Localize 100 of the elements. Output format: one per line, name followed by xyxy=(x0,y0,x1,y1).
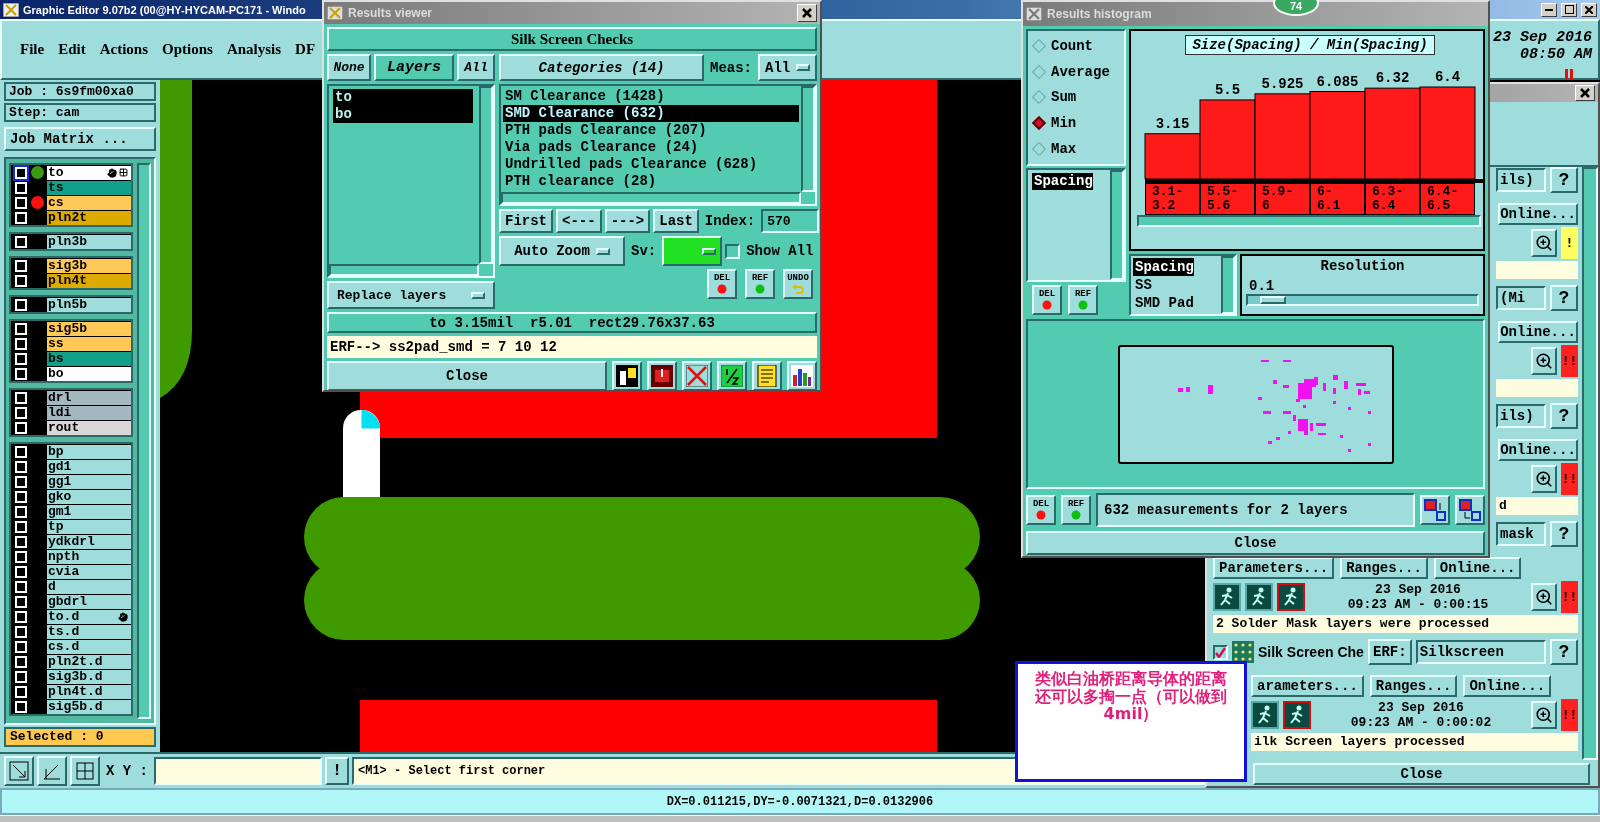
check-button[interactable]: Online... xyxy=(1498,321,1578,343)
stat-option[interactable]: Min xyxy=(1034,115,1118,132)
layer-item[interactable]: ts.d xyxy=(47,624,131,639)
check-checkbox[interactable] xyxy=(1213,644,1228,660)
index-field[interactable]: 570 xyxy=(761,209,820,233)
meas-dropdown[interactable]: All xyxy=(758,54,818,81)
coordinate-field[interactable] xyxy=(154,757,322,785)
check-button[interactable]: arameters... xyxy=(1251,675,1364,697)
layer-item[interactable]: sig5b.d xyxy=(47,699,131,714)
select-all-button[interactable]: All xyxy=(457,54,495,81)
scrollbar[interactable] xyxy=(1582,167,1598,760)
layer-item[interactable]: npth xyxy=(47,549,131,564)
layer-checkbox[interactable] xyxy=(15,406,27,419)
layer-item[interactable]: ldi xyxy=(47,405,131,420)
nav-button[interactable]: First xyxy=(499,209,553,233)
nav-button[interactable]: Last xyxy=(653,209,699,233)
tool-button[interactable] xyxy=(647,361,677,390)
layer-item[interactable]: ydkdrl xyxy=(47,534,131,549)
layer-checkbox[interactable] xyxy=(15,181,27,194)
layer-checkbox[interactable] xyxy=(15,166,27,179)
close-button[interactable]: Close xyxy=(1253,763,1590,785)
swap-view-button[interactable] xyxy=(1455,495,1485,525)
refresh-button[interactable]: REF xyxy=(745,269,775,299)
category-option[interactable]: Undrilled pads Clearance (628) xyxy=(503,156,799,173)
layer-checkbox[interactable] xyxy=(15,505,27,518)
layer-item[interactable]: bp xyxy=(47,444,131,459)
scrollbar[interactable] xyxy=(329,264,479,276)
check-button[interactable]: Online... xyxy=(1498,439,1578,461)
layer-checkbox[interactable] xyxy=(15,580,27,593)
erf-button[interactable]: ERF: xyxy=(1367,639,1412,665)
layer-checkbox[interactable] xyxy=(15,196,27,209)
layer-item[interactable]: cvia xyxy=(47,564,131,579)
nav-button[interactable]: ---> xyxy=(604,209,651,233)
tool-button[interactable] xyxy=(787,361,817,390)
layer-checkbox[interactable] xyxy=(15,625,27,638)
attribute-option[interactable]: SMD Pad xyxy=(1133,294,1194,312)
zoom-button[interactable] xyxy=(1531,701,1557,729)
layer-item[interactable]: ss xyxy=(47,336,131,351)
swap-view-button[interactable] xyxy=(1420,495,1450,525)
layer-checkbox[interactable] xyxy=(15,274,27,287)
help-button[interactable]: ? xyxy=(1550,285,1578,311)
close-button[interactable] xyxy=(1575,85,1595,101)
menu-item[interactable]: Actions xyxy=(99,41,148,58)
angle-button[interactable] xyxy=(37,756,67,786)
layer-item[interactable]: sig3b xyxy=(47,258,131,273)
grid-button[interactable] xyxy=(70,756,100,786)
layer-item[interactable]: pln5b xyxy=(47,297,131,312)
layer-item[interactable]: pln4t xyxy=(47,273,131,288)
close-button[interactable]: Close xyxy=(1026,531,1485,555)
layer-checkbox[interactable] xyxy=(15,610,27,623)
check-button[interactable]: Online... xyxy=(1463,675,1552,697)
layer-checkbox[interactable] xyxy=(15,640,27,653)
layer-checkbox[interactable] xyxy=(15,550,27,563)
layer-item[interactable]: d xyxy=(47,579,131,594)
layer-item[interactable]: gm1 xyxy=(47,504,131,519)
color-dropdown[interactable] xyxy=(662,236,723,266)
layer-item[interactable]: pln3b xyxy=(47,234,131,249)
category-option[interactable]: PTH clearance (28) xyxy=(503,173,799,190)
delete-button[interactable]: DEL xyxy=(1032,285,1062,315)
zoom-button[interactable] xyxy=(1531,347,1557,375)
layer-checkbox[interactable] xyxy=(15,337,27,350)
layer-item[interactable]: to.d xyxy=(47,609,131,624)
layer-item[interactable]: ts xyxy=(47,180,131,195)
layer-item[interactable]: pln2t.d xyxy=(47,654,131,669)
layer-checkbox[interactable] xyxy=(15,211,27,224)
help-button[interactable]: ? xyxy=(1550,167,1578,193)
nav-button[interactable]: <--- xyxy=(556,209,602,233)
tool-button[interactable] xyxy=(612,361,642,390)
layer-item[interactable]: cs.d xyxy=(47,639,131,654)
tool-button[interactable] xyxy=(717,361,747,390)
stat-option[interactable]: Max xyxy=(1034,141,1118,158)
attribute-option[interactable]: Spacing xyxy=(1133,258,1194,276)
attribute-option[interactable]: SS xyxy=(1133,276,1152,294)
layer-checkbox[interactable] xyxy=(15,259,27,272)
help-button[interactable]: ? xyxy=(1550,639,1578,665)
layer-item[interactable]: to xyxy=(47,165,131,180)
scrollbar[interactable] xyxy=(137,163,151,719)
delete-button[interactable]: DEL xyxy=(1026,495,1056,525)
layer-checkbox[interactable] xyxy=(15,235,27,248)
layer-checkbox[interactable] xyxy=(15,670,27,683)
scrollbar[interactable] xyxy=(1110,170,1124,280)
menu-item[interactable]: Options xyxy=(162,41,213,58)
menu-item[interactable]: File xyxy=(20,41,45,58)
refresh-button[interactable]: REF xyxy=(1068,285,1098,315)
check-button[interactable]: Ranges... xyxy=(1340,557,1428,579)
refresh-button[interactable]: REF xyxy=(1061,495,1091,525)
layer-item[interactable]: rout xyxy=(47,420,131,435)
layer-item[interactable]: bs xyxy=(47,351,131,366)
layer-item[interactable]: drl xyxy=(47,390,131,405)
layer-item[interactable]: gd1 xyxy=(47,459,131,474)
replace-mode-dropdown[interactable]: Replace layers xyxy=(327,281,495,309)
stat-option[interactable]: Average xyxy=(1034,63,1118,80)
help-button[interactable]: ? xyxy=(1550,403,1578,429)
layer-checkbox[interactable] xyxy=(15,475,27,488)
layer-item[interactable]: pln4t.d xyxy=(47,684,131,699)
zoom-button[interactable] xyxy=(1531,229,1557,257)
fit-button[interactable] xyxy=(4,756,34,786)
close-button[interactable]: Close xyxy=(327,361,607,390)
category-option[interactable]: SM Clearance (1428) xyxy=(503,88,799,105)
layer-item[interactable]: gg1 xyxy=(47,474,131,489)
